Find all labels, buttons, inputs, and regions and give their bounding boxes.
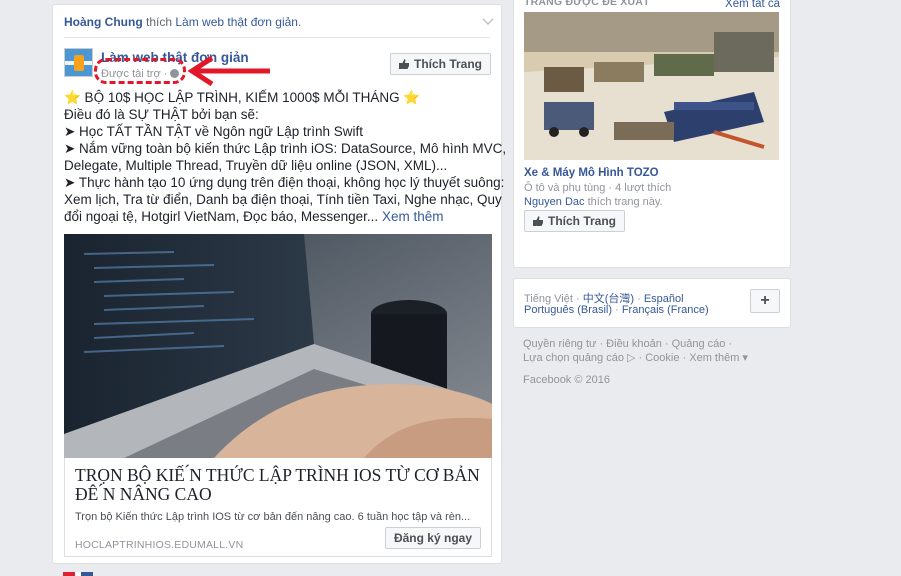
post-line: Delegate, Multiple Thread, Truyền dữ liệ… [64,158,448,173]
story-trailing: . [297,15,302,29]
recommended-page-name-link[interactable]: Xe & Máy Mô Hình TOZO [524,167,659,179]
recommended-page-image[interactable] [524,12,779,160]
see-more-link[interactable]: Xem thêm [382,209,444,224]
recommended-like-page-button[interactable]: Thích Trang [524,210,626,232]
footer-links-row-2[interactable]: Lựa chọn quảng cáo ▷ · Cookie · Xem thêm… [523,351,783,365]
post-line: đổi ngoại tệ, Hotgirl VietNam, Đọc báo, … [64,209,379,224]
page-avatar[interactable] [64,48,93,77]
post-image-laptop[interactable] [64,234,492,458]
like-page-button-label: Thích Trang [413,57,482,71]
thumbs-up-icon [398,59,409,69]
language-link-portuguese[interactable]: Português (Brasil) [524,304,612,316]
recommended-pages-title: TRANG ĐƯỢC ĐỀ XUẤT [524,0,650,8]
footer-links-row-1[interactable]: Quyền riêng tư · Điều khoản · Quảng cáo … [523,337,783,351]
friend-suffix: thích trang này. [584,196,663,208]
signup-button[interactable]: Đăng ký ngay [384,527,481,549]
recommended-page-meta: Ô tô và phụ tùng · 4 lượt thích [524,182,672,194]
story-page-link[interactable]: Làm web thật đơn giản [175,15,298,29]
feed-story-card: Hoàng Chung thích Làm web thật đơn giản.… [52,4,507,564]
link-description: Trọn bộ Kiến thức Lập trình IOS từ cơ bả… [75,511,471,523]
link-domain: HOCLAPTRINHIOS.EDUMALL.VN [75,539,244,551]
post-line: Điều đó là SỰ THẬT bởi bạn sẽ: [64,107,259,122]
annotation-arrow-icon [187,55,270,87]
language-row-2: Português (Brasil) · Français (France) [524,304,709,316]
divider [64,37,490,38]
post-message: ⭐ BỘ 10$ HỌC LẬP TRÌNH, KIẾM 1000$ MỖI T… [64,89,507,225]
link-preview[interactable]: TRỌN BỘ KIẾ ́N THỨC LẬP TRÌNH IOS TỪ CƠ … [64,458,492,557]
language-link-french[interactable]: Français (France) [622,304,709,316]
story-header: Hoàng Chung thích Làm web thật đơn giản. [64,15,494,29]
footer-copyright: Facebook © 2016 [523,374,610,386]
recommended-pages-card: TRANG ĐƯỢC ĐỀ XUẤT Xem tất cả Xe & Máy M… [513,0,791,268]
post-line-last: đổi ngoại tệ, Hotgirl VietNam, Đọc báo, … [64,208,494,225]
see-all-link[interactable]: Xem tất cả [725,0,780,10]
like-page-button[interactable]: Thích Trang [389,53,491,75]
add-language-button[interactable]: + [750,289,780,313]
post-line: ➤ Nắm vững toàn bộ kiến thức Lập trình i… [64,141,507,156]
post-line: ➤ Thực hành tạo 10 ứng dụng trên điện th… [64,175,505,190]
post-line: Xem lịch, Tra từ điển, Danh bạ điện thoạ… [64,192,502,207]
story-verb: thích [142,15,176,29]
language-separator: · [612,304,622,316]
recommended-page-friend: Nguyen Dac thích trang này. [524,196,663,208]
next-story-avatar [63,572,93,576]
post-line: ➤ Học TẤT TẦN TẬT về Ngôn ngữ Lập trình … [64,124,363,139]
footer-links: Quyền riêng tư · Điều khoản · Quảng cáo … [523,337,783,387]
story-actor-link[interactable]: Hoàng Chung [64,15,143,29]
chevron-down-icon[interactable] [482,15,494,27]
link-title[interactable]: TRỌN BỘ KIẾ ́N THỨC LẬP TRÌNH IOS TỪ CƠ … [75,466,485,504]
thumbs-up-icon [533,216,543,226]
annotation-highlight-circle [94,58,186,84]
language-selector-card: Tiếng Việt · 中文(台灣) · Español Português … [513,278,791,328]
friend-link[interactable]: Nguyen Dac [524,196,585,208]
post-line: ⭐ BỘ 10$ HỌC LẬP TRÌNH, KIẾM 1000$ MỖI T… [64,90,421,105]
recommended-like-page-label: Thích Trang [548,214,617,228]
